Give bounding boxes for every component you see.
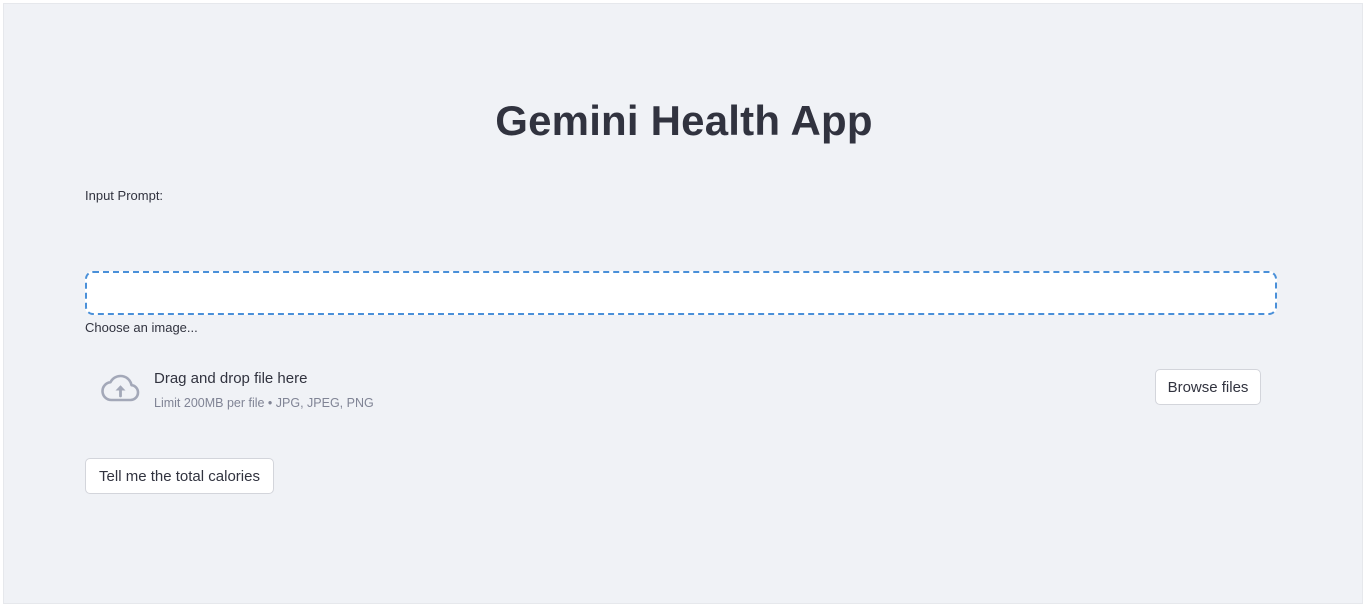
- dropzone-limit-text: Limit 200MB per file • JPG, JPEG, PNG: [154, 396, 374, 410]
- dropzone-instructions: Drag and drop file here: [154, 370, 308, 387]
- file-uploader-label: Choose an image...: [85, 320, 198, 335]
- total-calories-button[interactable]: Tell me the total calories: [85, 458, 274, 494]
- input-prompt-label: Input Prompt:: [85, 188, 164, 203]
- file-dropzone[interactable]: Drag and drop file here Limit 200MB per …: [85, 352, 1277, 424]
- browse-files-button[interactable]: Browse files: [1155, 369, 1261, 405]
- page-title: Gemini Health App: [495, 97, 873, 144]
- app-container: Gemini Health App Input Prompt: Choose a…: [3, 3, 1363, 604]
- input-prompt-field[interactable]: [85, 271, 1277, 315]
- cloud-upload-icon: [101, 374, 140, 402]
